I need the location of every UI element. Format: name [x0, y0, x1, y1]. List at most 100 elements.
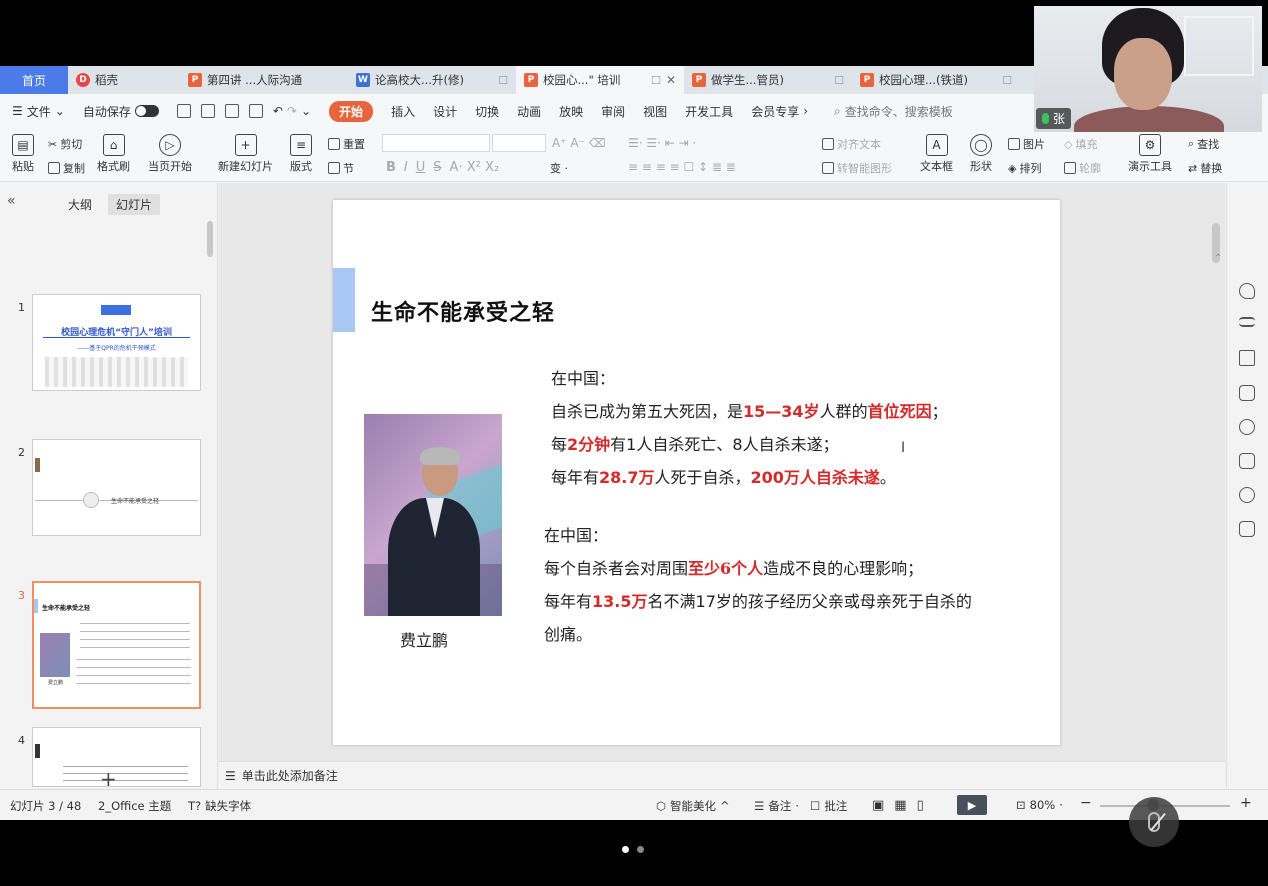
- panel-scrollbar[interactable]: [207, 221, 213, 257]
- section-icon: [328, 162, 340, 174]
- command-search[interactable]: ⌕ 查找命令、搜索模板: [834, 103, 953, 120]
- chevron-down-icon[interactable]: ⌄: [301, 104, 311, 118]
- toggle-switch[interactable]: [134, 105, 159, 117]
- new-slide-button[interactable]: + 新建幻灯片: [218, 134, 273, 174]
- export-pdf-icon[interactable]: [200, 104, 215, 118]
- play-slideshow-button[interactable]: ▶: [957, 795, 987, 815]
- char-spacing-button[interactable]: 变 ·: [550, 160, 568, 176]
- reading-view-icon[interactable]: ▯: [917, 798, 924, 813]
- zoom-control[interactable]: ⊡ 80% ·: [1016, 798, 1063, 812]
- fill-button[interactable]: ◇ 填充: [1064, 136, 1097, 152]
- tab-doc-4[interactable]: P 做学生...管员) ☐: [684, 66, 852, 94]
- menu-tab-transition[interactable]: 切换: [475, 103, 499, 120]
- cube-icon[interactable]: [1239, 521, 1255, 537]
- font-style-buttons[interactable]: B I U S A· X² X₂: [386, 160, 499, 175]
- format-painter-button[interactable]: ⌂ 格式刷: [97, 134, 130, 174]
- close-tab-icon[interactable]: ✕: [666, 73, 676, 87]
- print-icon[interactable]: [224, 104, 239, 118]
- text-block-1[interactable]: 在中国： 自杀已成为第五大死因，是15—34岁人群的首位死因； 每2分钟有1人自…: [551, 362, 948, 494]
- slide-title[interactable]: 生命不能承受之轻: [371, 295, 555, 327]
- add-slide-icon[interactable]: +: [100, 767, 117, 791]
- collapse-panel-icon[interactable]: «: [7, 193, 16, 209]
- highlight-deaths: 28.7万: [599, 468, 655, 487]
- view-buttons[interactable]: ▣ ▦ ▯: [872, 798, 924, 813]
- comments-button[interactable]: ☐ 批注: [810, 798, 847, 814]
- text-span: 有: [610, 435, 627, 454]
- lightning-icon[interactable]: [1239, 487, 1255, 503]
- theme-name[interactable]: 2_Office 主题: [98, 798, 171, 814]
- autosave-toggle[interactable]: 自动保存: [83, 103, 159, 120]
- text-block-2[interactable]: 在中国： 每个自杀者会对周围至少6个人造成不良的心理影响； 每年有13.5万名不…: [544, 519, 972, 651]
- current-slide[interactable]: 生命不能承受之轻 费立鹏 在中国： 自杀已成为第五大死因，是15—34岁人群的首…: [333, 200, 1060, 745]
- menu-tab-animation[interactable]: 动画: [517, 103, 541, 120]
- copy-button[interactable]: 复制: [48, 160, 85, 176]
- find-button[interactable]: ⌕ 查找: [1188, 136, 1219, 152]
- mute-microphone-button[interactable]: [1129, 797, 1179, 847]
- undo-icon[interactable]: ↶: [273, 104, 283, 118]
- missing-font-button[interactable]: T? 缺失字体: [188, 798, 251, 814]
- tab-slides[interactable]: 幻灯片: [108, 194, 161, 215]
- notes-toggle-button[interactable]: ☰ 备注 ·: [754, 798, 799, 814]
- photo-caption[interactable]: 费立鹏: [400, 627, 448, 651]
- file-menu[interactable]: ☰ 文件 ⌄: [12, 103, 65, 120]
- rocket-icon[interactable]: [1239, 283, 1255, 299]
- menu-tab-member[interactable]: 会员专享 ›: [751, 103, 808, 120]
- font-size-select[interactable]: [492, 134, 546, 152]
- font-family-select[interactable]: [382, 134, 490, 152]
- play-from-current-button[interactable]: ▷ 当页开始: [148, 134, 192, 174]
- replace-button[interactable]: ⇄ 替换: [1188, 160, 1222, 176]
- arrange-button[interactable]: ◈ 排列: [1008, 160, 1041, 176]
- font-grow-shrink[interactable]: A⁺ A⁻ ⌫: [552, 136, 606, 150]
- speaker-photo[interactable]: [364, 414, 502, 616]
- textbox-button[interactable]: A 文本框: [920, 134, 953, 174]
- tab-outline[interactable]: 大纲: [60, 194, 100, 215]
- tab-daoke[interactable]: D 稻壳: [68, 66, 180, 94]
- picture-button[interactable]: 图片: [1008, 136, 1045, 152]
- print-preview-icon[interactable]: [248, 104, 263, 118]
- save-icon[interactable]: [176, 104, 191, 118]
- page-dot-active[interactable]: [622, 846, 629, 853]
- list-buttons[interactable]: ☰· ☰· ⇤ ⇥ ·: [628, 136, 696, 150]
- help-icon[interactable]: [1239, 419, 1255, 435]
- menu-tab-insert[interactable]: 插入: [391, 103, 415, 120]
- menu-tab-developer[interactable]: 开发工具: [685, 103, 733, 120]
- grid-view-icon[interactable]: ▦: [894, 798, 906, 813]
- scroll-up-icon[interactable]: ⌃: [1214, 253, 1222, 264]
- align-text-button[interactable]: 对齐文本: [822, 136, 881, 152]
- redo-icon[interactable]: ↷: [287, 104, 297, 118]
- paste-button[interactable]: ▤ 粘贴: [12, 134, 34, 174]
- slide-thumbnail-2[interactable]: 生命不能承受之轻: [32, 439, 201, 536]
- section-button[interactable]: 节: [328, 160, 354, 176]
- smart-beautify-button[interactable]: ⬡ 智能美化 ^: [656, 798, 730, 814]
- cut-button[interactable]: ✂ 剪切: [48, 136, 82, 152]
- image-icon[interactable]: [1239, 453, 1255, 469]
- tab-doc-5[interactable]: P 校园心理...(铁道) ☐: [852, 66, 1020, 94]
- star-icon[interactable]: [1239, 350, 1255, 366]
- normal-view-icon[interactable]: ▣: [872, 798, 884, 813]
- tab-doc-1[interactable]: P 第四讲 ...人际沟通: [180, 66, 348, 94]
- tab-doc-3-active[interactable]: P 校园心..." 培训 ☐ ✕: [516, 66, 684, 94]
- page-dot[interactable]: [637, 846, 644, 853]
- tab-doc-2[interactable]: W 论高校大...升(修) ☐: [348, 66, 516, 94]
- reset-button[interactable]: 重置: [328, 136, 365, 152]
- shape-button[interactable]: ◯ 形状: [970, 134, 992, 174]
- smart-shape-button[interactable]: 转智能图形: [822, 160, 892, 176]
- settings-sliders-icon[interactable]: [1239, 317, 1255, 327]
- layout-button[interactable]: ≡ 版式: [290, 134, 312, 174]
- zoom-out-icon[interactable]: −: [1080, 795, 1092, 811]
- slide-thumbnail-1[interactable]: 校园心理危机“守门人”培训 ——基于QPR的危机干预模式: [32, 294, 201, 391]
- thumb-accent: [34, 599, 38, 613]
- menu-tab-start[interactable]: 开始: [329, 100, 374, 122]
- presentation-tools-button[interactable]: ⚙ 演示工具: [1128, 134, 1172, 174]
- zoom-in-icon[interactable]: +: [1240, 795, 1252, 811]
- menu-tab-view[interactable]: 视图: [643, 103, 667, 120]
- menu-tab-review[interactable]: 审阅: [601, 103, 625, 120]
- tab-home[interactable]: 首页: [0, 66, 68, 94]
- outline-button[interactable]: 轮廓: [1064, 160, 1101, 176]
- notes-bar[interactable]: ☰ 单击此处添加备注: [219, 761, 1225, 789]
- menu-tab-design[interactable]: 设计: [433, 103, 457, 120]
- slide-thumbnail-3-selected[interactable]: 生命不能承受之轻 费立鹏: [32, 581, 201, 709]
- menu-tab-slideshow[interactable]: 放映: [559, 103, 583, 120]
- slides-icon[interactable]: [1239, 385, 1255, 401]
- align-buttons[interactable]: ≡ ≡ ≡ ≡ ☐ ↕ ≣ ≣: [628, 160, 736, 174]
